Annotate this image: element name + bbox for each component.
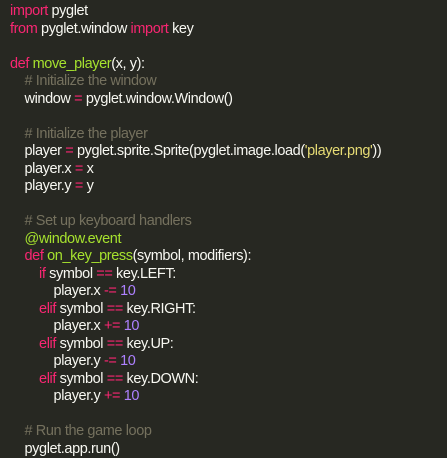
- code-token: ==: [107, 371, 123, 387]
- code-token: # Set up keyboard handlers: [10, 213, 191, 229]
- code-line: player.x += 10: [10, 318, 447, 336]
- code-token: 'player.png': [305, 143, 373, 159]
- code-token: move_player: [33, 56, 112, 72]
- code-token: 10: [124, 388, 139, 404]
- code-token: player.x: [10, 318, 104, 334]
- code-token: def: [25, 248, 44, 264]
- code-token: elif: [39, 301, 56, 317]
- code-token: )): [372, 143, 381, 159]
- code-token: player.y: [10, 178, 75, 194]
- code-token: [10, 301, 39, 317]
- code-line: player.x = x: [10, 161, 447, 179]
- code-token: pyglet.app.run(): [10, 441, 120, 457]
- code-token: def: [10, 56, 29, 72]
- code-line: def move_player(x, y):: [10, 56, 447, 74]
- code-token: y: [83, 178, 93, 194]
- code-line: elif symbol == key.DOWN:: [10, 371, 447, 389]
- code-token: import: [10, 3, 48, 19]
- code-token: elif: [39, 371, 56, 387]
- code-token: [10, 371, 39, 387]
- code-token: symbol: [56, 371, 107, 387]
- code-token: -=: [104, 353, 117, 369]
- code-token: on_key_press: [47, 248, 132, 264]
- code-line: if symbol == key.LEFT:: [10, 266, 447, 284]
- code-token: symbol: [56, 301, 107, 317]
- code-line: player.x -= 10: [10, 283, 447, 301]
- code-line: elif symbol == key.RIGHT:: [10, 301, 447, 319]
- code-token: ==: [96, 266, 112, 282]
- code-token: =: [74, 91, 82, 107]
- code-token: [10, 248, 25, 264]
- code-token: [10, 336, 39, 352]
- code-token: [10, 266, 39, 282]
- code-token: (symbol, modifiers):: [133, 248, 252, 264]
- code-token: pyglet: [48, 3, 88, 19]
- code-line: player = pyglet.sprite.Sprite(pyglet.ima…: [10, 143, 447, 161]
- code-token: key.DOWN:: [123, 371, 198, 387]
- code-token: key.LEFT:: [112, 266, 175, 282]
- code-token: pyglet.window: [37, 21, 130, 37]
- code-token: 10: [120, 353, 135, 369]
- code-token: ==: [107, 336, 123, 352]
- code-token: -=: [104, 283, 117, 299]
- code-editor[interactable]: import pygletfrom pyglet.window import k…: [0, 0, 447, 436]
- code-token: # Initialize the window: [10, 73, 156, 89]
- code-token: player: [10, 143, 65, 159]
- code-token: pyglet.sprite.Sprite(pyglet.image.load(: [73, 143, 304, 159]
- code-line: window = pyglet.window.Window(): [10, 91, 447, 109]
- code-token: (x, y):: [111, 56, 144, 72]
- code-token: window: [10, 91, 74, 107]
- code-token: =: [75, 178, 83, 194]
- code-token: player.y: [10, 353, 104, 369]
- code-line: # Set up keyboard handlers: [10, 213, 447, 231]
- code-token: # Run the game loop: [10, 423, 152, 439]
- code-token: =: [75, 161, 83, 177]
- code-token: pyglet.window.Window(): [82, 91, 232, 107]
- code-line: @window.event: [10, 231, 447, 249]
- code-line: [10, 108, 447, 126]
- code-token: import: [131, 21, 169, 37]
- code-line: player.y += 10: [10, 388, 447, 406]
- code-token: x: [83, 161, 93, 177]
- code-token: +=: [104, 318, 120, 334]
- code-token: elif: [39, 336, 56, 352]
- code-token: player.x: [10, 283, 104, 299]
- code-line: player.y -= 10: [10, 353, 447, 371]
- code-line: elif symbol == key.UP:: [10, 336, 447, 354]
- code-token: key.UP:: [123, 336, 174, 352]
- code-token: @window.event: [10, 231, 121, 247]
- code-line: player.y = y: [10, 178, 447, 196]
- code-token: player.y: [10, 388, 104, 404]
- code-token: 10: [124, 318, 139, 334]
- code-token: 10: [120, 283, 135, 299]
- code-token: symbol: [45, 266, 96, 282]
- code-line: [10, 196, 447, 214]
- code-token: +=: [104, 388, 120, 404]
- code-token: ==: [107, 301, 123, 317]
- code-line: import pyglet: [10, 3, 447, 21]
- code-token: key: [168, 21, 193, 37]
- code-line: # Initialize the window: [10, 73, 447, 91]
- code-line: # Run the game loop: [10, 423, 447, 441]
- code-token: player.x: [10, 161, 75, 177]
- code-line: from pyglet.window import key: [10, 21, 447, 39]
- code-line: pyglet.app.run(): [10, 441, 447, 458]
- code-token: symbol: [56, 336, 107, 352]
- code-line: [10, 406, 447, 424]
- code-line: def on_key_press(symbol, modifiers):: [10, 248, 447, 266]
- code-token: key.RIGHT:: [123, 301, 196, 317]
- code-line: [10, 38, 447, 56]
- code-token: # Initialize the player: [10, 126, 148, 142]
- code-token: from: [10, 21, 37, 37]
- code-line: # Initialize the player: [10, 126, 447, 144]
